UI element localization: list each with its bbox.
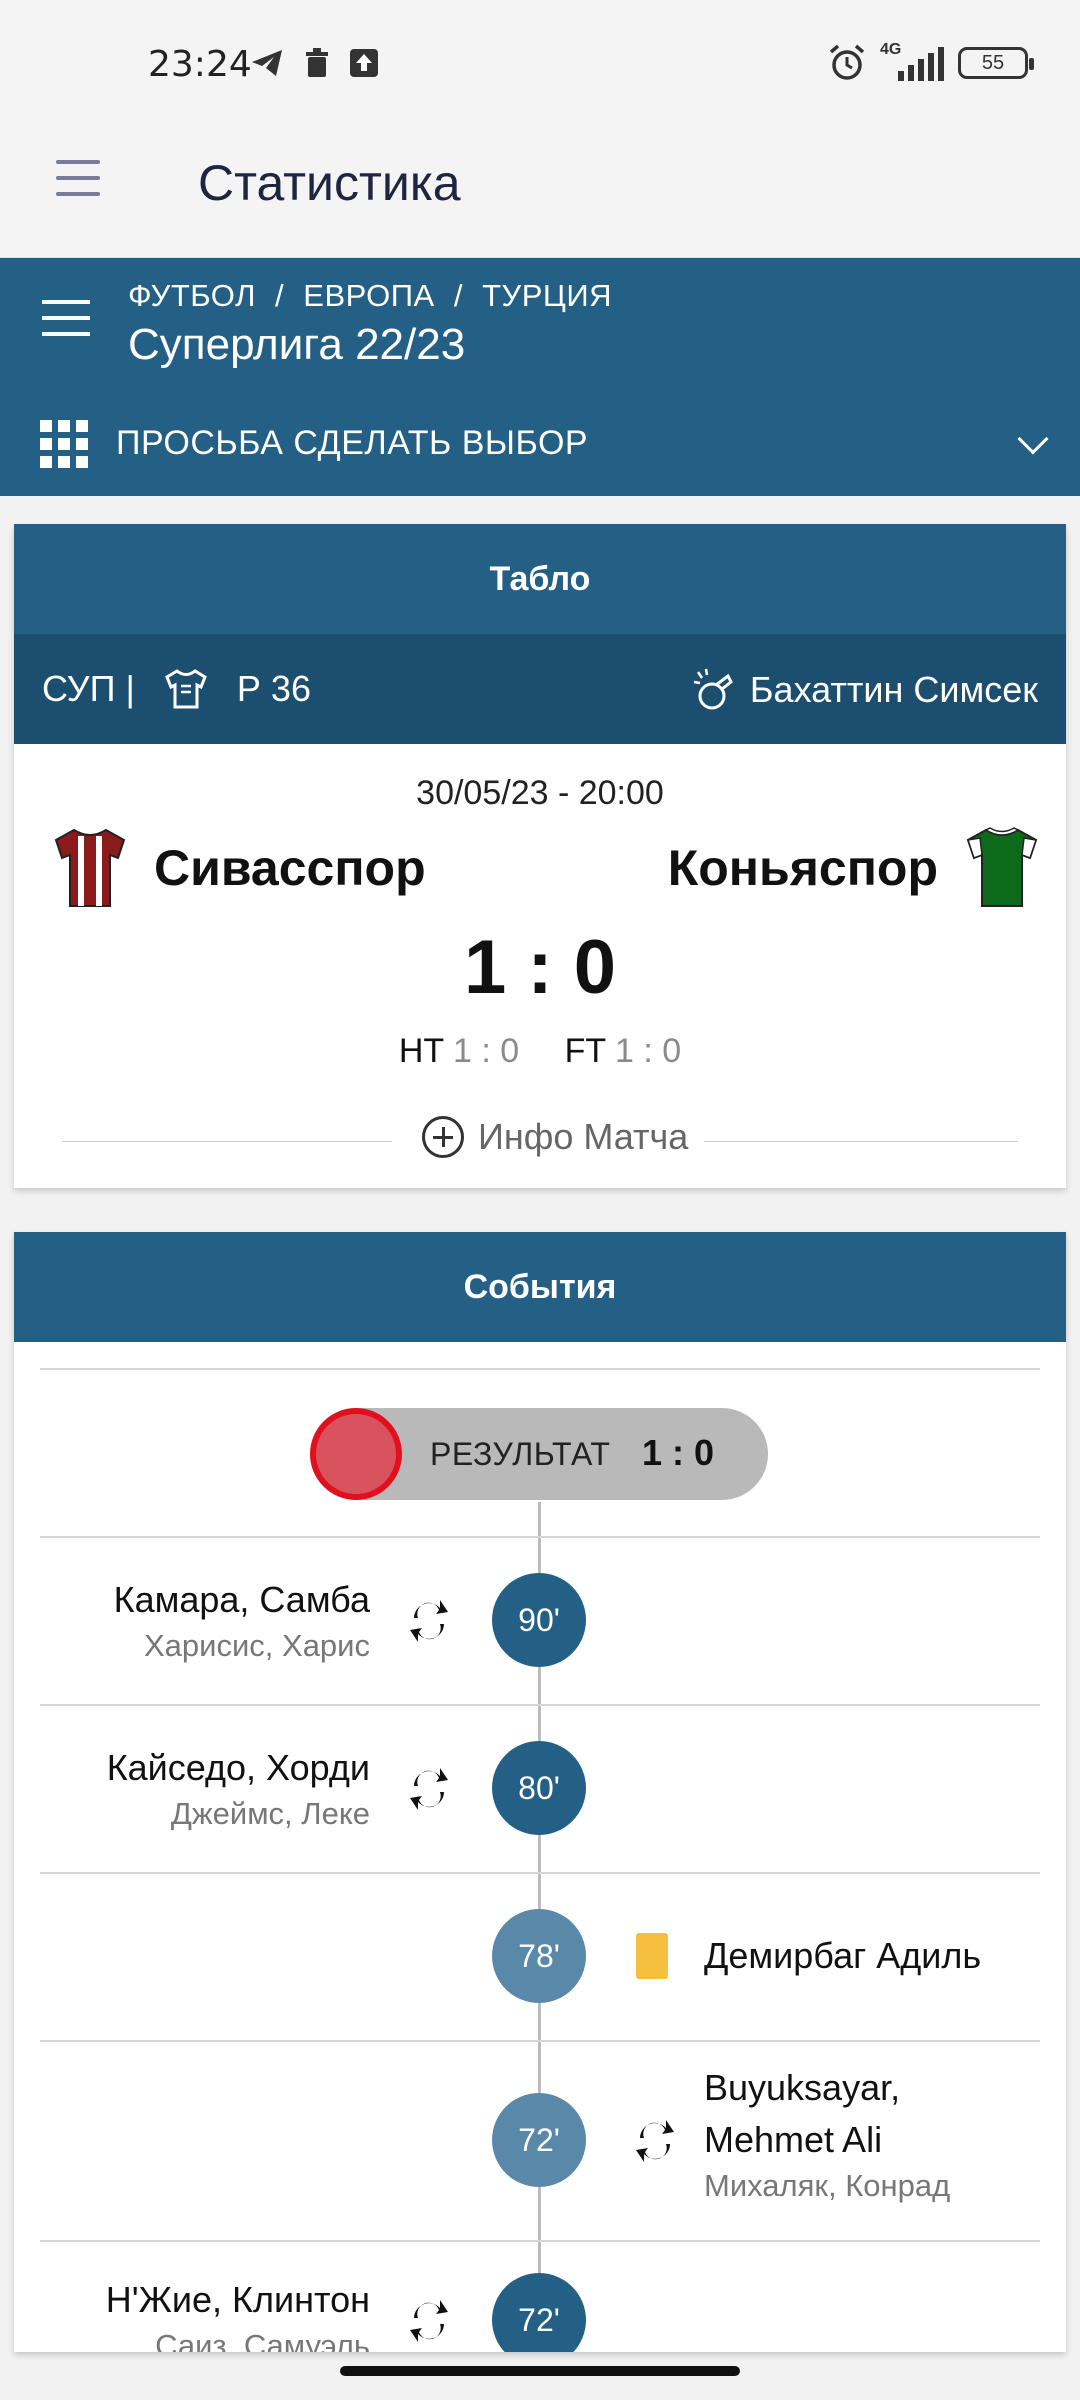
player-name: Демирбаг Адиль (704, 1935, 982, 1976)
gesture-nav-bar[interactable] (340, 2366, 740, 2376)
battery-level: 55 (981, 51, 1005, 74)
event-row[interactable]: 78' Демирбаг Адиль (14, 1872, 1066, 2040)
away-team[interactable]: Коньяспор (668, 826, 1042, 910)
event-row[interactable]: Н'Жие, Клинтон Саиз, Самуэль 72' (14, 2240, 1066, 2352)
match-info-label: Инфо Матча (478, 1116, 689, 1157)
referee-name: Бахаттин Симсек (749, 669, 1038, 710)
selection-dropdown[interactable]: ПРОСЬБА СДЕЛАТЬ ВЫБОР (0, 398, 1080, 496)
events-timeline: РЕЗУЛЬТАТ 1 : 0 Камара, Самба Харисис, Х… (14, 1342, 1066, 2352)
whistle-icon (693, 668, 733, 710)
match-datetime: 30/05/23 - 20:00 (416, 774, 664, 812)
player-in-line2: Mehmet Ali (704, 2119, 883, 2160)
player-out: Джеймс, Леке (170, 1796, 370, 1831)
league-title: Суперлига 22/23 (128, 320, 466, 369)
plus-circle-icon (422, 1116, 464, 1158)
event-minute: 72' (492, 2093, 586, 2187)
player-in: Н'Жие, Клинтон (105, 2279, 370, 2320)
final-whistle-dot (310, 1408, 402, 1500)
player-out: Харисис, Харис (144, 1628, 370, 1663)
substitution-icon (410, 1768, 448, 1810)
match-info-bar: СУП | Р 36 Бахаттин Симсек (14, 634, 1066, 744)
player-in: Кайседо, Хорди (106, 1747, 370, 1788)
events-title: События (14, 1232, 1066, 1342)
event-minute: 80' (492, 1741, 586, 1835)
event-minute: 78' (492, 1909, 586, 2003)
league-header: ФУТБОЛ / ЕВРОПА / ТУРЦИЯ Суперлига 22/23… (0, 258, 1080, 496)
match-summary: 30/05/23 - 20:00 Сивасспор Коньяспор 1 :… (14, 744, 1066, 1188)
home-team[interactable]: Сивасспор (50, 826, 426, 910)
result-label: РЕЗУЛЬТАТ (430, 1436, 611, 1472)
home-team-name: Сивасспор (154, 840, 426, 896)
event-minute: 72' (492, 2273, 586, 2352)
ft-score: 1 : 0 (615, 1032, 682, 1070)
event-row[interactable]: Кайседо, Хорди Джеймс, Леке 80' (14, 1704, 1066, 1872)
breadcrumb-separator: / (453, 278, 463, 313)
match-info-button[interactable]: Инфо Матча (422, 1116, 688, 1158)
yellow-card-icon (636, 1933, 668, 1979)
ht-label: HT (398, 1032, 444, 1070)
menu-icon[interactable] (56, 160, 100, 204)
breadcrumb-sport[interactable]: ФУТБОЛ (128, 278, 256, 313)
system-icons: 4G 55 (828, 41, 1034, 82)
divider (62, 1141, 392, 1142)
alarm-icon (829, 44, 865, 80)
trash-icon (306, 48, 328, 77)
upload-icon (350, 49, 378, 77)
player-in-line1: Buyuksayar, (704, 2067, 901, 2108)
ft-label: FT (564, 1032, 606, 1070)
away-team-name: Коньяспор (667, 840, 938, 896)
ht-score: 1 : 0 (452, 1032, 520, 1070)
player-out: Саиз, Самуэль (155, 2328, 370, 2352)
breadcrumb-region[interactable]: ЕВРОПА (303, 278, 434, 313)
app-bar: Статистика (0, 130, 1080, 258)
events-card: События РЕЗУЛЬТАТ 1 : 0 Камара, Самба Ха… (14, 1232, 1066, 2352)
selection-label: ПРОСЬБА СДЕЛАТЬ ВЫБОР (116, 424, 589, 462)
breadcrumb-separator: / (275, 278, 285, 313)
home-shirt-icon (54, 828, 126, 907)
substitution-icon (410, 1600, 448, 1642)
result-badge: РЕЗУЛЬТАТ 1 : 0 (310, 1408, 768, 1500)
status-time: 23:24 (148, 44, 252, 85)
substitution-icon (636, 2120, 674, 2162)
breadcrumb[interactable]: ФУТБОЛ / ЕВРОПА / ТУРЦИЯ (128, 278, 622, 314)
telegram-icon (252, 50, 282, 76)
signal-icon: 4G (880, 41, 944, 81)
event-minute: 90' (492, 1573, 586, 1667)
page-title: Статистика (198, 155, 461, 211)
status-bar: 23:24 4G 55 (0, 0, 1080, 130)
breadcrumb-country[interactable]: ТУРЦИЯ (482, 278, 612, 313)
divider (40, 1368, 1040, 1370)
battery-icon: 55 (958, 47, 1034, 79)
half-time-full-time: HT 1 : 0 FT 1 : 0 (14, 1032, 1066, 1071)
result-score: 1 : 0 (641, 1432, 714, 1473)
match-info-row: Инфо Матча (62, 1116, 1018, 1166)
grid-icon (40, 420, 88, 468)
competition-code: СУП | (42, 668, 135, 709)
event-row[interactable]: Камара, Самба Харисис, Харис 90' (14, 1536, 1066, 1704)
event-row[interactable]: 72' Buyuksayar, Mehmet Ali Михаляк, Конр… (14, 2040, 1066, 2240)
player-out: Михаляк, Конрад (704, 2168, 951, 2203)
scoreboard-card: Табло СУП | Р 36 Бахаттин Симсек 30/05/2… (14, 524, 1066, 1188)
divider (704, 1141, 1018, 1142)
round-number: Р 36 (236, 668, 311, 709)
player-in: Камара, Самба (113, 1579, 370, 1620)
chevron-down-icon (1017, 423, 1049, 455)
scoreboard-title: Табло (14, 524, 1066, 634)
league-menu-icon[interactable] (42, 300, 90, 348)
final-score: 1 : 0 (463, 925, 617, 1010)
substitution-icon (410, 2300, 448, 2342)
shirt-icon (165, 669, 207, 709)
away-shirt-icon (966, 827, 1038, 907)
notification-icons (250, 48, 378, 78)
